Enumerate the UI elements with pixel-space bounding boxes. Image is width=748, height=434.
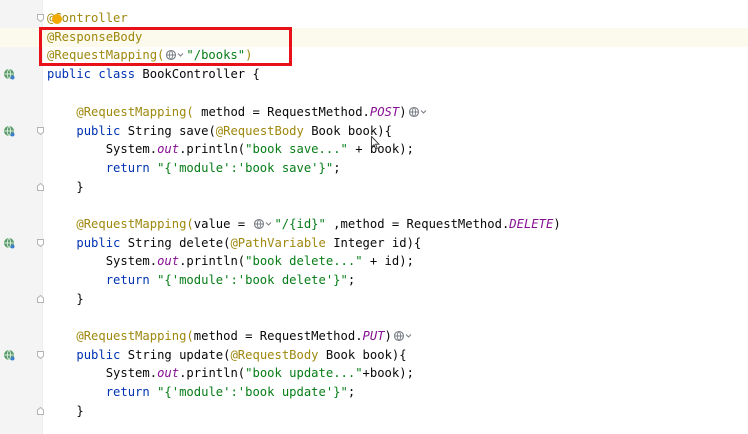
code-text: +book); bbox=[362, 366, 414, 380]
code-text: method = RequestMethod. bbox=[193, 105, 370, 119]
string-literal: "{'module':'book update'}" bbox=[157, 385, 348, 399]
globe-dropdown-icon[interactable] bbox=[253, 218, 273, 230]
code-line[interactable]: System.out.println("book update..."+book… bbox=[0, 364, 748, 383]
code-line[interactable]: @RequestMapping( method = RequestMethod.… bbox=[0, 103, 748, 122]
code-line[interactable]: return "{'module':'book update'}"; bbox=[0, 383, 748, 402]
closing-brace: } bbox=[76, 404, 84, 418]
code-text: System. bbox=[105, 142, 158, 156]
code-line[interactable]: } bbox=[0, 290, 748, 309]
highlight-box bbox=[39, 27, 292, 66]
fold-marker-icon[interactable] bbox=[37, 295, 44, 303]
enum-constant: DELETE bbox=[509, 217, 554, 231]
code-text: + id); bbox=[362, 254, 414, 268]
code-text: ; bbox=[347, 385, 356, 399]
annotation-requestmapping: @RequestMapping( bbox=[76, 105, 194, 119]
code-text: .println( bbox=[179, 254, 246, 268]
code-line[interactable]: @RequestMapping(value = "/{id}" ,method … bbox=[0, 215, 748, 234]
annotation-requestbody: @RequestBody bbox=[230, 348, 319, 362]
lightbulb-icon[interactable] bbox=[52, 14, 62, 24]
web-endpoint-icon[interactable] bbox=[3, 68, 15, 80]
enum-constant: POST bbox=[369, 105, 400, 119]
code-text: ,method = RequestMethod. bbox=[325, 217, 510, 231]
code-text: System. bbox=[105, 366, 158, 380]
static-field: out bbox=[157, 142, 180, 156]
code-line[interactable]: } bbox=[0, 178, 748, 197]
class-declaration: BookController { bbox=[142, 67, 260, 81]
code-line[interactable]: return "{'module':'book save'}"; bbox=[0, 159, 748, 178]
method-signature: String delete( bbox=[127, 236, 231, 250]
code-line[interactable]: public class BookController { bbox=[0, 65, 748, 84]
string-literal: "/{id}" bbox=[274, 217, 326, 231]
code-line[interactable]: public String delete(@PathVariable Integ… bbox=[0, 234, 748, 253]
annotation-pathvariable: @PathVariable bbox=[230, 236, 326, 250]
string-literal: "{'module':'book delete'}" bbox=[157, 273, 348, 287]
globe-dropdown-icon[interactable] bbox=[393, 330, 413, 342]
code-line[interactable]: System.out.println("book delete..." + id… bbox=[0, 252, 748, 271]
fold-marker-icon[interactable] bbox=[37, 183, 44, 191]
web-endpoint-icon[interactable] bbox=[3, 125, 15, 137]
keyword: return bbox=[105, 161, 158, 175]
fold-marker-icon[interactable] bbox=[37, 14, 44, 22]
code-text: .println( bbox=[179, 366, 246, 380]
code-line[interactable]: @RequestMapping(method = RequestMethod.P… bbox=[0, 327, 748, 346]
code-text: method = RequestMethod. bbox=[193, 329, 363, 343]
annotation-requestmapping: @RequestMapping( bbox=[76, 329, 194, 343]
web-endpoint-icon[interactable] bbox=[3, 237, 15, 249]
code-text: Book book){ bbox=[318, 348, 407, 362]
keyword: public bbox=[76, 348, 128, 362]
fold-marker-icon[interactable] bbox=[37, 351, 44, 359]
code-line[interactable]: public String update(@RequestBody Book b… bbox=[0, 346, 748, 365]
annotation-requestbody: @RequestBody bbox=[215, 124, 304, 138]
string-literal: "{'module':'book save'}" bbox=[157, 161, 334, 175]
code-text: ; bbox=[347, 273, 356, 287]
string-literal: "book update..." bbox=[245, 366, 363, 380]
closing-brace: } bbox=[76, 292, 84, 306]
annotation-requestmapping: @RequestMapping( bbox=[76, 217, 194, 231]
code-text: ) bbox=[553, 217, 561, 231]
keyword: return bbox=[105, 385, 158, 399]
string-literal: "book save..." bbox=[245, 142, 348, 156]
string-literal: "book delete..." bbox=[245, 254, 363, 268]
static-field: out bbox=[157, 366, 180, 380]
static-field: out bbox=[157, 254, 180, 268]
code-text: value = bbox=[193, 217, 253, 231]
method-signature: String save( bbox=[127, 124, 216, 138]
code-text: ; bbox=[333, 161, 341, 175]
web-endpoint-icon[interactable] bbox=[3, 349, 15, 361]
code-text: + book); bbox=[347, 142, 414, 156]
fold-marker-icon[interactable] bbox=[37, 407, 44, 415]
code-text: .println( bbox=[179, 142, 246, 156]
code-editor[interactable]: @Controller @ResponseBody @RequestMappin… bbox=[0, 0, 748, 434]
mouse-cursor-icon bbox=[371, 136, 380, 150]
closing-brace: } bbox=[76, 180, 84, 194]
keyword: public bbox=[76, 236, 128, 250]
code-text: Integer id){ bbox=[325, 236, 422, 250]
code-line[interactable]: } bbox=[0, 402, 748, 421]
fold-marker-icon[interactable] bbox=[37, 127, 44, 135]
code-line[interactable]: @Controller bbox=[0, 9, 748, 28]
code-line[interactable]: return "{'module':'book delete'}"; bbox=[0, 271, 748, 290]
keyword: public class bbox=[47, 67, 143, 81]
globe-dropdown-icon[interactable] bbox=[408, 106, 428, 118]
code-text: System. bbox=[105, 254, 158, 268]
keyword: public bbox=[76, 124, 128, 138]
code-text: ) bbox=[384, 329, 392, 343]
keyword: return bbox=[105, 273, 158, 287]
code-text: ) bbox=[399, 105, 407, 119]
enum-constant: PUT bbox=[362, 329, 385, 343]
fold-marker-icon[interactable] bbox=[37, 239, 44, 247]
method-signature: String update( bbox=[127, 348, 231, 362]
